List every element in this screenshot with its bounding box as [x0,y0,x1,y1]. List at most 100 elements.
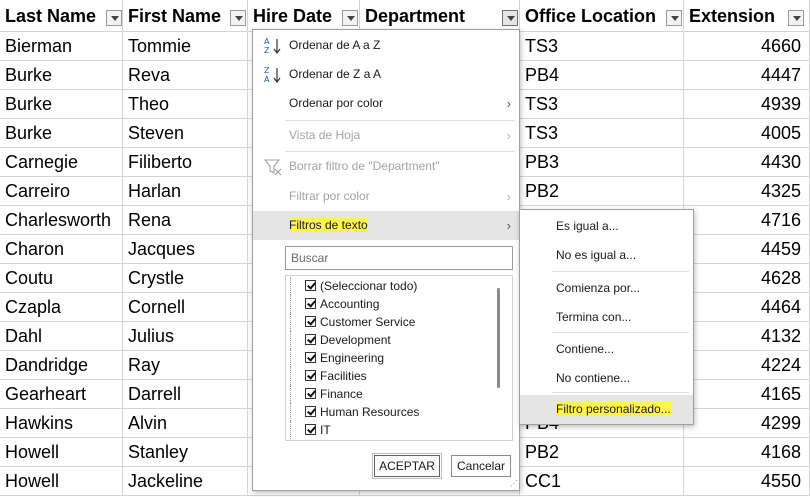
cell-office-location[interactable]: PB2 [520,438,684,467]
cell-office-location[interactable]: PB2 [520,177,684,206]
cell-first-name[interactable]: Cornell [123,293,248,322]
header-last-name[interactable]: Last Name [0,0,123,32]
cell-extension[interactable]: 4459 [684,235,810,264]
cell-last-name[interactable]: Burke [0,90,123,119]
cell-last-name[interactable]: Howell [0,467,123,496]
filter-value-item[interactable]: Development [290,331,391,349]
checkbox[interactable] [305,298,316,309]
cell-first-name[interactable]: Tommie [123,32,248,61]
cell-last-name[interactable]: Carreiro [0,177,123,206]
cell-last-name[interactable]: Charon [0,235,123,264]
checkbox[interactable] [305,316,316,327]
cell-extension[interactable]: 4165 [684,380,810,409]
clear-filter-item[interactable]: Borrar filtro de "Department" [253,152,519,181]
cell-last-name[interactable]: Dahl [0,322,123,351]
cell-office-location[interactable]: CC1 [520,467,684,496]
header-office-location[interactable]: Office Location [520,0,684,32]
cell-extension[interactable]: 4550 [684,467,810,496]
sheet-view-item[interactable]: Vista de Hoja › [253,121,519,150]
cell-office-location[interactable]: PB3 [520,148,684,177]
cell-extension[interactable]: 4660 [684,32,810,61]
cell-first-name[interactable]: Darrell [123,380,248,409]
sort-z-to-a-item[interactable]: ZA Ordenar de Z a A [253,60,519,89]
submenu-item[interactable]: No es igual a... [520,241,693,270]
checkbox[interactable] [305,424,316,435]
filter-value-item[interactable]: (Seleccionar todo) [290,277,417,295]
cell-first-name[interactable]: Crystle [123,264,248,293]
cell-first-name[interactable]: Theo [123,90,248,119]
cell-first-name[interactable]: Reva [123,61,248,90]
cell-extension[interactable]: 4939 [684,90,810,119]
filter-by-color-item[interactable]: Filtrar por color › [253,182,519,211]
filter-value-item[interactable]: Engineering [290,349,384,367]
cell-first-name[interactable]: Stanley [123,438,248,467]
filter-value-item[interactable]: Human Resources [290,403,419,421]
filter-dropdown-button[interactable] [502,10,518,26]
resize-grip-icon[interactable]: ⋰ [510,479,518,488]
cell-last-name[interactable]: Coutu [0,264,123,293]
cell-first-name[interactable]: Rena [123,206,248,235]
submenu-item[interactable]: Contiene... [520,335,693,364]
header-hire-date[interactable]: Hire Date [248,0,360,32]
filter-value-item[interactable]: Accounting [290,295,379,313]
cell-extension[interactable]: 4132 [684,322,810,351]
filter-value-item[interactable]: IT [290,421,331,439]
cell-first-name[interactable]: Jacques [123,235,248,264]
checkbox[interactable] [305,370,316,381]
cell-office-location[interactable]: TS3 [520,32,684,61]
cell-last-name[interactable]: Czapla [0,293,123,322]
cell-last-name[interactable]: Dandridge [0,351,123,380]
cell-extension[interactable]: 4005 [684,119,810,148]
cell-extension[interactable]: 4447 [684,61,810,90]
cell-first-name[interactable]: Jackeline [123,467,248,496]
cell-last-name[interactable]: Carnegie [0,148,123,177]
checkbox[interactable] [305,280,316,291]
filter-value-item[interactable]: Facilities [290,367,367,385]
submenu-item[interactable]: Filtro personalizado... [520,395,693,424]
header-extension[interactable]: Extension [684,0,810,32]
cell-extension[interactable]: 4430 [684,148,810,177]
filter-dropdown-button[interactable] [106,10,122,26]
cell-office-location[interactable]: TS3 [520,119,684,148]
cell-extension[interactable]: 4464 [684,293,810,322]
filter-dropdown-button[interactable] [788,10,804,26]
filter-dropdown-button[interactable] [230,10,246,26]
cell-last-name[interactable]: Charlesworth [0,206,123,235]
cell-office-location[interactable]: TS3 [520,90,684,119]
cell-first-name[interactable]: Ray [123,351,248,380]
filter-dropdown-button[interactable] [666,10,682,26]
cell-last-name[interactable]: Hawkins [0,409,123,438]
checkbox[interactable] [305,334,316,345]
sort-a-to-z-item[interactable]: AZ Ordenar de A a Z [253,31,519,60]
checkbox[interactable] [305,406,316,417]
submenu-item[interactable]: Termina con... [520,303,693,332]
cell-first-name[interactable]: Filiberto [123,148,248,177]
cancel-button[interactable]: Cancelar [451,455,511,477]
cell-last-name[interactable]: Howell [0,438,123,467]
cell-first-name[interactable]: Steven [123,119,248,148]
cell-extension[interactable]: 4628 [684,264,810,293]
cell-first-name[interactable]: Julius [123,322,248,351]
sort-by-color-item[interactable]: Ordenar por color › [253,89,519,118]
filter-value-item[interactable]: Finance [290,385,363,403]
cell-extension[interactable]: 4716 [684,206,810,235]
cell-last-name[interactable]: Burke [0,119,123,148]
cell-extension[interactable]: 4168 [684,438,810,467]
checkbox[interactable] [305,388,316,399]
cell-first-name[interactable]: Harlan [123,177,248,206]
scrollbar[interactable] [497,288,500,388]
filter-value-item[interactable]: Customer Service [290,313,415,331]
cell-extension[interactable]: 4325 [684,177,810,206]
header-department[interactable]: Department [360,0,520,32]
cell-last-name[interactable]: Burke [0,61,123,90]
checkbox[interactable] [305,352,316,363]
submenu-item[interactable]: Es igual a... [520,212,693,241]
ok-button[interactable]: ACEPTAR [372,453,442,479]
cell-first-name[interactable]: Alvin [123,409,248,438]
cell-last-name[interactable]: Bierman [0,32,123,61]
cell-office-location[interactable]: PB4 [520,61,684,90]
submenu-item[interactable]: No contiene... [520,364,693,393]
search-input[interactable]: Buscar [285,246,513,270]
submenu-item[interactable]: Comienza por... [520,274,693,303]
text-filters-item[interactable]: Filtros de texto › [253,211,519,240]
